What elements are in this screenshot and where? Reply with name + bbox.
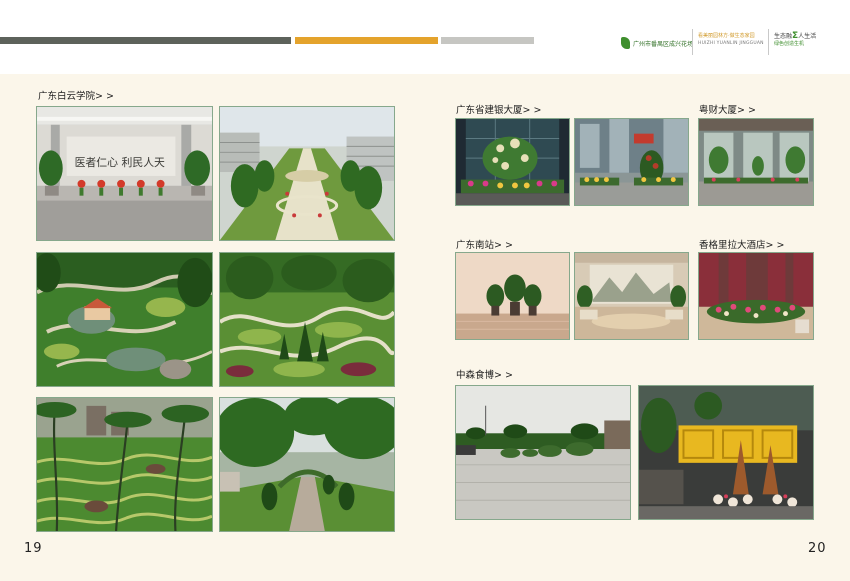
photo-baiyun-walkway xyxy=(219,397,395,532)
photo-baiyun-pond xyxy=(36,252,213,387)
svg-text:医者仁心 利民人天: 医者仁心 利民人天 xyxy=(75,156,166,169)
slogan-line-2: HUIZHI YUANLIN JINGGUAN xyxy=(698,41,764,46)
section-title-jianyin: 广东省建银大厦> > xyxy=(456,105,542,116)
header-divider xyxy=(692,29,693,55)
section-title-yuecai: 粤财大厦> > xyxy=(699,105,756,116)
photo-jianyin-entrance xyxy=(574,118,689,206)
photo-baiyun-paths xyxy=(219,252,395,387)
section-title-zhongsen: 中森食博> > xyxy=(456,370,513,381)
page-number-left: 19 xyxy=(24,541,43,556)
company-name: 广州市番禺区成兴花场 xyxy=(633,40,694,48)
header: 广州市番禺区成兴花场 看美丽园林方·做生态家园 HUIZHI YUANLIN J… xyxy=(0,0,850,74)
eco-line-2: 绿色创造生机 xyxy=(774,41,805,47)
header-divider xyxy=(768,29,769,55)
brochure-spread: 广州市番禺区成兴花场 看美丽园林方·做生态家园 HUIZHI YUANLIN J… xyxy=(0,0,850,581)
header-bar-gray xyxy=(0,37,291,44)
eco-line-1: 生态融Σ人生活 xyxy=(774,32,834,41)
section-title-nanzhan: 广东南站> > xyxy=(456,240,513,251)
header-bar-orange xyxy=(295,37,438,44)
section-title-baiyun: 广东白云学院> > xyxy=(38,91,114,102)
photo-zhongsen-display xyxy=(638,385,814,520)
eco-logo: 生态融Σ人生活 绿色创造生机 xyxy=(774,32,834,48)
photo-baiyun-palms xyxy=(36,397,213,532)
photo-baiyun-lobby: 医者仁心 利民人天 xyxy=(36,106,213,241)
header-bar-light xyxy=(441,37,534,44)
eco-line-1b: 人生活 xyxy=(798,33,817,40)
photo-shangrila xyxy=(698,252,814,340)
photo-jianyin-lobby xyxy=(455,118,570,206)
page-number-right: 20 xyxy=(808,541,827,556)
section-title-shangri: 香格里拉大酒店> > xyxy=(699,240,785,251)
slogan-line-1: 看美丽园林方·做生态家园 xyxy=(698,33,755,39)
leaf-icon xyxy=(621,37,630,49)
photo-baiyun-aerial xyxy=(219,106,395,241)
photo-hall-mural xyxy=(574,252,689,340)
eco-line-1a: 生态融 xyxy=(774,33,793,40)
company-logo: 广州市番禺区成兴花场 xyxy=(621,36,693,50)
slogan-logo: 看美丽园林方·做生态家园 HUIZHI YUANLIN JINGGUAN xyxy=(698,33,764,47)
photo-zhongsen-plaza xyxy=(455,385,631,520)
photo-yuecai-lobby xyxy=(698,118,814,206)
photo-nanzhan xyxy=(455,252,570,340)
